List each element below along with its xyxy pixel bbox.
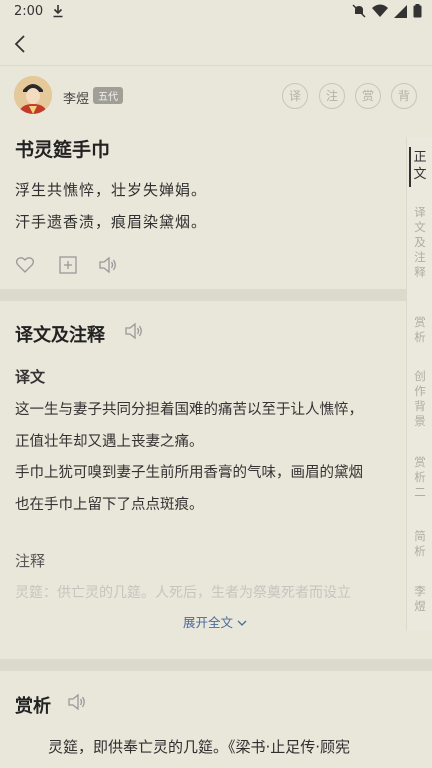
wifi-icon xyxy=(372,4,388,17)
side-nav-item-main-text[interactable]: 正文 xyxy=(407,149,432,183)
poem-title: 书灵筵手巾 xyxy=(15,139,111,161)
speaker-icon[interactable] xyxy=(123,321,145,341)
side-nav-item-translation[interactable]: 译文及注释 xyxy=(407,205,432,280)
status-icons xyxy=(352,4,422,18)
author-name[interactable]: 李煜 xyxy=(63,88,89,107)
notes-heading: 注释 xyxy=(15,552,46,570)
side-nav-label: 赏析 xyxy=(414,315,426,344)
avatar[interactable] xyxy=(14,76,52,114)
status-time: 2:00 xyxy=(14,4,44,19)
translation-line: 这一生与妻子共同分担着国难的痛苦以至于让人憔悴， xyxy=(15,402,363,418)
side-nav-label: 译文及注释 xyxy=(414,205,426,279)
side-nav-item-background[interactable]: 创作背景 xyxy=(407,369,432,429)
side-nav-label: 创作背景 xyxy=(414,369,426,428)
side-nav-label: 赏析二 xyxy=(414,455,426,499)
dynasty-badge: 五代 xyxy=(93,87,123,104)
side-nav-item-author[interactable]: 李煜 xyxy=(407,584,432,614)
top-divider xyxy=(0,65,432,66)
side-nav: 正文 译文及注释 赏析 创作背景 赏析二 简析 李煜 xyxy=(406,137,432,631)
heart-icon[interactable] xyxy=(15,255,35,275)
side-nav-label: 简析 xyxy=(414,529,426,558)
side-nav-item-appreciation[interactable]: 赏析 xyxy=(407,315,432,345)
translate-button[interactable]: 译 xyxy=(282,83,308,109)
download-icon xyxy=(53,5,63,18)
poem-line: 汗手遗香渍，痕眉染黛烟。 xyxy=(15,213,208,231)
add-icon[interactable] xyxy=(58,255,78,275)
recite-button[interactable]: 背 xyxy=(391,83,417,109)
author-row: 李煜 五代 译 注 赏 背 xyxy=(0,72,432,120)
chevron-down-icon xyxy=(237,620,247,626)
back-arrow-icon[interactable] xyxy=(10,32,34,56)
translation-line: 手巾上犹可嗅到妻子生前所用香膏的气味，画眉的黛烟 xyxy=(15,465,363,481)
appreciate-button[interactable]: 赏 xyxy=(355,83,381,109)
mute-icon xyxy=(352,4,366,18)
side-nav-label: 正文 xyxy=(413,150,427,182)
poem-line: 浮生共憔悴，壮岁失婵娟。 xyxy=(15,181,208,199)
translation-line: 正值壮年却又遇上丧妻之痛。 xyxy=(15,434,204,450)
translation-section-title: 译文及注释 xyxy=(15,325,105,346)
side-nav-label: 李煜 xyxy=(414,584,426,613)
translation-heading: 译文 xyxy=(15,368,46,386)
translation-line: 也在手巾上留下了点点斑痕。 xyxy=(15,497,204,513)
top-bar xyxy=(0,24,432,66)
appreciation-section-title: 赏析 xyxy=(15,696,51,717)
expand-label: 展开全文 xyxy=(183,615,234,630)
notes-preview: 灵筵：供亡灵的几筵。人死后，生者为祭奠死者而设立 xyxy=(15,585,351,601)
annotate-button[interactable]: 注 xyxy=(319,83,345,109)
speaker-icon[interactable] xyxy=(66,692,88,712)
appreciation-first-line: 灵筵，即供奉亡灵的几筵。《梁书·止足传·顾宪 xyxy=(48,738,351,756)
speaker-icon[interactable] xyxy=(98,255,118,275)
signal-icon xyxy=(394,4,407,18)
battery-icon xyxy=(413,4,422,18)
side-nav-item-appreciation-two[interactable]: 赏析二 xyxy=(407,455,432,500)
author-portrait-icon xyxy=(14,76,52,114)
section-divider xyxy=(0,289,432,301)
side-nav-item-brief-analysis[interactable]: 简析 xyxy=(407,529,432,559)
expand-full-text-link[interactable]: 展开全文 xyxy=(183,612,247,631)
status-bar: 2:00 xyxy=(0,0,432,24)
section-divider xyxy=(0,659,432,671)
